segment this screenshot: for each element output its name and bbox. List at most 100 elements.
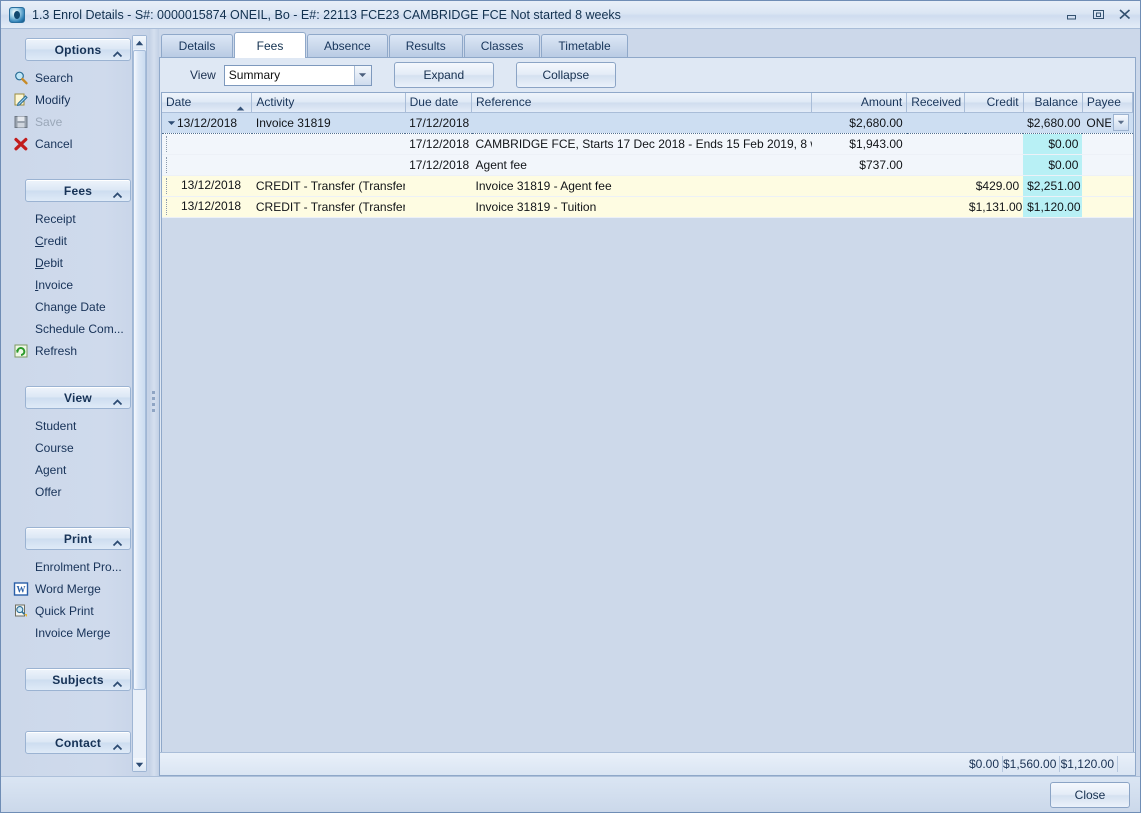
nav-item-invoice-merge[interactable]: Invoice Merge [1,622,149,644]
nav-item-agent[interactable]: Agent [1,459,149,481]
nav-item-debit[interactable]: Debit [1,252,149,274]
nav-item-label: Agent [35,463,66,477]
view-select[interactable]: Summary [224,65,372,86]
expander-collapse-icon[interactable] [166,118,177,128]
cell-amount [812,175,907,196]
cell-received [907,196,965,217]
table-row[interactable]: 13/12/2018 Invoice 31819 17/12/2018 $2,6… [162,112,1133,133]
cell-reference: Agent fee [472,154,812,175]
cell-payee[interactable]: ONEI [1082,112,1132,133]
cell-balance: $2,251.00 [1023,175,1082,196]
column-header-received[interactable]: Received [907,93,965,112]
nav-item-offer[interactable]: Offer [1,481,149,503]
column-header-payee[interactable]: Payee [1082,93,1132,112]
chevron-down-icon[interactable] [354,66,371,85]
word-document-icon: W [13,581,29,597]
nav-item-student[interactable]: Student [1,415,149,437]
cell-reference: Invoice 31819 - Tuition [472,196,812,217]
window-title-bar: 1.3 Enrol Details - S#: 0000015874 ONEIL… [1,1,1140,29]
nav-item-credit[interactable]: Credit [1,230,149,252]
pencil-page-icon [13,92,29,108]
table-row[interactable]: 13/12/2018 CREDIT - Transfer (Transfer) … [162,175,1133,196]
nav-item-search[interactable]: Search [1,67,149,89]
collapse-button[interactable]: Collapse [516,62,616,88]
scroll-down-arrow-icon[interactable] [133,758,146,771]
nav-items-print: Enrolment Pro... W Word Merge [1,550,149,648]
nav-item-receipt[interactable]: Receipt [1,208,149,230]
nav-item-schedule-commission[interactable]: Schedule Com... [1,318,149,340]
nav-spacer [1,513,149,527]
footer-balance-total: $1,120.00 [1060,756,1118,772]
footer-received-total: $0.00 [946,756,1003,772]
nav-group-title: Fees [64,184,92,198]
column-header-reference[interactable]: Reference [472,93,812,112]
nav-group-title: Print [64,532,92,546]
cell-activity [252,154,405,175]
chevron-down-icon[interactable] [1113,114,1129,131]
cell-payee-text: ONEI [1086,116,1110,130]
svg-text:W: W [17,585,26,595]
column-header-label: Activity [256,95,294,109]
window-close-button[interactable] [1112,5,1138,25]
nav-group-header-options[interactable]: Options [25,38,131,61]
tab-strip: Details Fees Absence Results Classes Tim… [159,32,1136,57]
main-content: Details Fees Absence Results Classes Tim… [159,29,1140,776]
scroll-up-arrow-icon[interactable] [133,36,146,49]
column-header-date[interactable]: Date [162,93,252,112]
close-button[interactable]: Close [1050,782,1130,808]
nav-group-header-subjects[interactable]: Subjects [25,668,131,691]
nav-item-cancel[interactable]: Cancel [1,133,149,155]
column-header-label: Balance [1035,95,1078,109]
nav-item-quick-print[interactable]: Quick Print [1,600,149,622]
nav-item-modify[interactable]: Modify [1,89,149,111]
column-header-activity[interactable]: Activity [252,93,405,112]
minimize-button[interactable] [1058,5,1084,25]
nav-item-label: Credit [35,234,67,248]
cell-credit: $1,131.00 [965,196,1023,217]
column-header-credit[interactable]: Credit [965,93,1023,112]
chevron-up-icon [112,740,123,754]
nav-item-invoice[interactable]: Invoice [1,274,149,296]
fees-grid: Date Activity Due date Reference Amount … [161,92,1134,752]
cell-due-date: 17/12/2018 [405,133,471,154]
tab-timetable[interactable]: Timetable [541,34,627,57]
nav-group-header-print[interactable]: Print [25,527,131,550]
nav-spacer [1,372,149,386]
chevron-up-icon [112,536,123,550]
chevron-up-icon [112,677,123,691]
cell-payee [1082,196,1132,217]
nav-group-header-view[interactable]: View [25,386,131,409]
column-header-due-date[interactable]: Due date [405,93,471,112]
table-row[interactable]: 17/12/2018 CAMBRIDGE FCE, Starts 17 Dec … [162,133,1133,154]
expand-button[interactable]: Expand [394,62,494,88]
nav-item-refresh[interactable]: Refresh [1,340,149,362]
nav-items-view: Student Course Agent Offer [1,409,149,507]
tab-details[interactable]: Details [161,34,233,57]
nav-group-header-fees[interactable]: Fees [25,179,131,202]
pane-splitter[interactable] [149,29,159,776]
column-header-amount[interactable]: Amount [812,93,907,112]
table-row[interactable]: 17/12/2018 Agent fee $737.00 $0.00 [162,154,1133,175]
red-x-icon [13,136,29,152]
collapse-button-label: Collapse [542,68,589,82]
restore-button[interactable] [1085,5,1111,25]
column-header-balance[interactable]: Balance [1023,93,1082,112]
nav-item-label: Enrolment Pro... [35,560,122,574]
navigation-scrollbar-thumb[interactable] [133,50,146,690]
nav-group-header-contact[interactable]: Contact [25,731,131,754]
navigation-scrollbar[interactable] [132,35,147,772]
close-button-label: Close [1075,788,1106,802]
nav-item-enrolment-proposal[interactable]: Enrolment Pro... [1,556,149,578]
nav-item-change-date[interactable]: Change Date [1,296,149,318]
fees-toolbar: View Summary Expand Collapse [160,58,1135,92]
nav-item-course[interactable]: Course [1,437,149,459]
tab-classes[interactable]: Classes [464,34,541,57]
tab-fees[interactable]: Fees [234,32,306,58]
nav-group-print: Print Enrolment Pro... W [1,527,149,648]
nav-group-options: Options Search [1,38,149,159]
chevron-up-icon [112,47,123,61]
tab-results[interactable]: Results [389,34,463,57]
nav-item-word-merge[interactable]: W Word Merge [1,578,149,600]
table-row[interactable]: 13/12/2018 CREDIT - Transfer (Transfer) … [162,196,1133,217]
tab-absence[interactable]: Absence [307,34,388,57]
